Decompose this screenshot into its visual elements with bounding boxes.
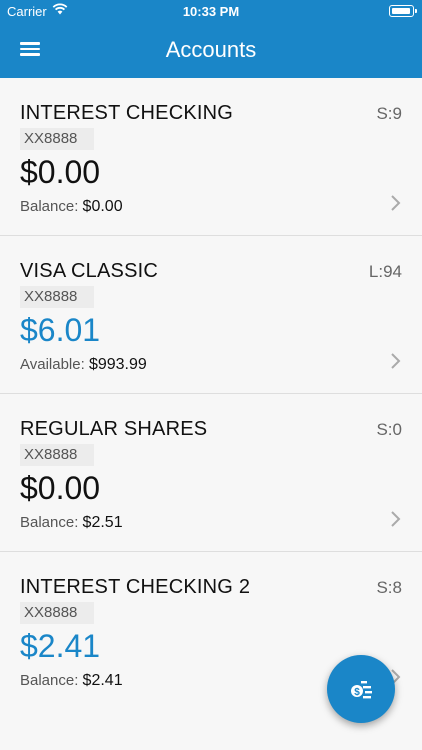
status-time: 10:33 PM bbox=[182, 4, 240, 19]
account-number-mask: XX8888 bbox=[20, 602, 94, 624]
account-name: VISA CLASSIC bbox=[20, 260, 159, 282]
account-sub-line: Balance: $0.00 bbox=[20, 198, 123, 216]
nav-bar: Accounts bbox=[0, 22, 422, 78]
account-sub-line: Available: $993.99 bbox=[20, 356, 147, 374]
money-transfer-icon: $ bbox=[351, 681, 372, 699]
svg-text:$: $ bbox=[354, 687, 360, 698]
account-name: INTEREST CHECKING bbox=[20, 102, 234, 124]
account-code: L:94 bbox=[368, 262, 402, 281]
account-name: INTEREST CHECKING 2 bbox=[20, 576, 251, 598]
status-bar: Carrier 10:33 PM bbox=[0, 0, 422, 22]
account-sub-label: Balance: bbox=[20, 514, 79, 531]
account-sub-value: $2.41 bbox=[82, 672, 123, 689]
chevron-right-icon bbox=[391, 353, 401, 369]
battery-icon bbox=[389, 5, 417, 17]
account-row[interactable]: INTEREST CHECKING S:9 XX8888 $0.00 Balan… bbox=[0, 78, 422, 236]
accounts-list: INTEREST CHECKING S:9 XX8888 $0.00 Balan… bbox=[0, 78, 422, 710]
account-sub-line: Balance: $2.41 bbox=[20, 672, 123, 690]
account-sub-line: Balance: $2.51 bbox=[20, 514, 123, 532]
account-sub-value: $993.99 bbox=[88, 356, 147, 373]
account-amount: $0.00 bbox=[20, 154, 101, 190]
account-number-mask: XX8888 bbox=[20, 444, 94, 466]
chevron-right-icon bbox=[391, 511, 401, 527]
account-code: S:0 bbox=[376, 420, 402, 439]
account-sub-value: $2.51 bbox=[82, 514, 123, 531]
account-row[interactable]: VISA CLASSIC L:94 XX8888 $6.01 Available… bbox=[0, 236, 422, 394]
account-row[interactable]: REGULAR SHARES S:0 XX8888 $0.00 Balance:… bbox=[0, 394, 422, 552]
account-sub-label: Balance: bbox=[20, 672, 79, 689]
chevron-right-icon bbox=[391, 195, 401, 211]
account-number-mask: XX8888 bbox=[20, 128, 94, 150]
account-sub-value: $0.00 bbox=[82, 198, 123, 215]
transfer-money-button[interactable]: $ bbox=[327, 655, 395, 723]
account-sub-label: Balance: bbox=[20, 198, 79, 215]
account-amount: $6.01 bbox=[20, 312, 101, 348]
account-sub-label: Available: bbox=[20, 356, 85, 373]
account-code: S:8 bbox=[376, 578, 402, 597]
account-name: REGULAR SHARES bbox=[20, 418, 208, 440]
account-amount: $2.41 bbox=[20, 628, 101, 664]
page-title: Accounts bbox=[165, 37, 257, 62]
account-code: S:9 bbox=[376, 104, 402, 123]
account-amount: $0.00 bbox=[20, 470, 101, 506]
account-number-mask: XX8888 bbox=[20, 286, 94, 308]
